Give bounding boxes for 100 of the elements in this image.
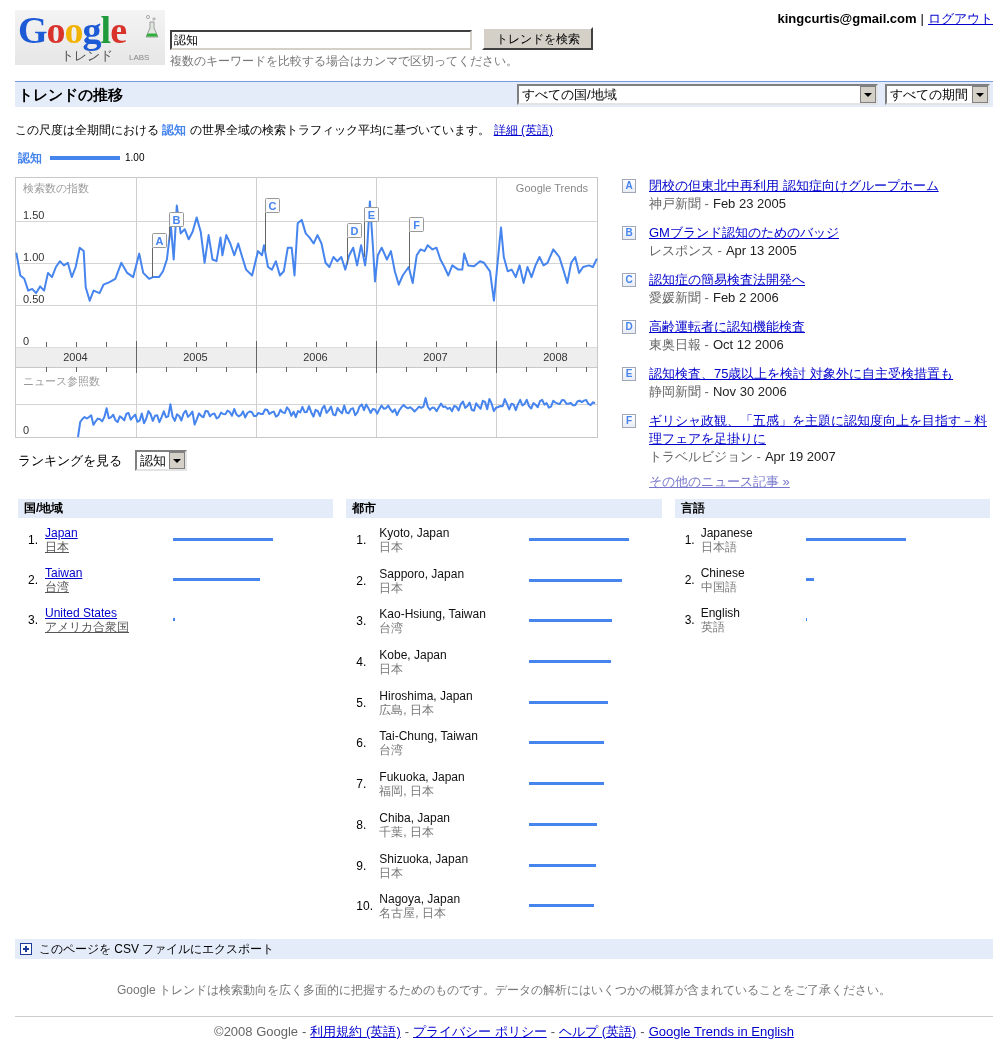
city-local-name: 名古屋, 日本 [379,906,446,921]
country-link[interactable]: United States [45,606,118,620]
rank-number: 2. [28,573,38,587]
news-flag[interactable]: D [347,223,362,265]
rank-number: 1. [356,533,367,547]
news-source: 愛媛新聞 - [649,289,709,307]
export-csv-link[interactable]: このページを CSV ファイルにエクスポート [39,941,275,956]
year-label: 2008 [543,351,568,363]
y-tick-label: 0 [23,335,30,347]
rank-number: 9. [356,858,367,873]
ranking-header: 国/地域 [18,499,334,518]
news-date: Nov 30 2006 [712,383,787,401]
news-flag[interactable]: C [265,198,280,252]
news-marker[interactable]: D [622,320,636,334]
annotation: D [350,224,359,237]
region-select[interactable]: すべての国/地域 [517,84,878,105]
expand-plus-icon[interactable] [20,942,32,955]
footer-link[interactable]: 利用規約 (英語) [310,1023,401,1039]
news-date: Oct 12 2006 [712,336,784,354]
city-name: Hiroshima, Japan [379,688,473,703]
news-flag[interactable]: E [364,207,379,258]
country-local-name[interactable]: アメリカ合衆国 [45,620,129,634]
details-link[interactable]: 詳細 (英語) [493,123,553,137]
news-source: レスポンス - [649,242,722,260]
country-link[interactable]: Taiwan [45,566,83,580]
country-local-name[interactable]: 台湾 [45,580,69,594]
search-hint: 複数のキーワードを比較する場合はカンマで区切ってください。 [170,54,519,68]
year-label: 2004 [63,351,88,363]
rank-number: 2. [684,573,695,587]
rank-number: 7. [356,777,367,792]
scale-description: この尺度は全期間における 認知 の世界全域の検索トラフィック平均に基づいています。 [15,123,490,137]
news-flag[interactable]: A [152,233,167,278]
footer-separator: - [640,1023,645,1039]
annotation: A [155,234,164,247]
country-local-name[interactable]: 日本 [45,540,69,554]
copyright-text: ©2008 Google [214,1023,299,1039]
news-headline[interactable]: 高齢運転者に認知機能検査 [649,318,805,336]
chart-brand-label: Google Trends [515,182,588,194]
news-axis-title: ニュース参照数 [23,375,100,387]
city-name: Sapporo, Japan [379,566,465,581]
footer-link[interactable]: プライバシー ポリシー [413,1023,547,1039]
rank-number: 3. [356,614,367,629]
news-marker[interactable]: B [622,226,636,240]
city-name: Chiba, Japan [379,810,451,825]
city-name: Tai-Chung, Taiwan [379,729,478,744]
annotation: F [413,218,421,231]
city-local-name: 日本 [379,662,404,677]
year-label: 2005 [183,351,208,363]
account-email: kingcurtis@gmail.com [777,11,917,26]
ranking-header: 言語 [674,499,990,518]
search-trends-button[interactable]: トレンドを検索 [482,27,593,50]
footer-separator: - [550,1023,556,1039]
language-name: English [700,606,740,620]
news-flag[interactable]: F [409,217,424,270]
footer-link[interactable]: Google Trends in English [648,1023,794,1039]
news-headline[interactable]: 閉校の但東北中再利用 認知症向けグループホーム [649,177,939,195]
language-local-name: 英語 [700,620,725,634]
news-headline[interactable]: 認知症の簡易検査法開発へ [649,271,805,289]
period-select[interactable]: すべての期間 [885,84,990,105]
news-zero-label: 0 [23,424,30,436]
logout-link[interactable]: ログアウト [928,11,993,26]
account-separator: | [920,11,924,26]
city-name: Nagoya, Japan [379,892,461,907]
news-date: Apr 13 2005 [725,242,797,260]
news-source: 東奥日報 - [649,336,709,354]
news-date: Feb 23 2005 [712,195,786,213]
news-source: トラベルビジョン - [649,448,761,466]
news-headline[interactable]: GMブランド認知のためのバッジ [649,224,839,242]
ranking-header: 都市 [346,499,662,518]
rank-number: 8. [356,817,367,832]
rank-number: 1. [28,533,38,547]
city-local-name: 日本 [379,580,404,595]
news-date: Feb 2 2006 [712,289,779,307]
city-name: Fukuoka, Japan [379,770,465,785]
search-field[interactable]: 認知 [170,30,472,50]
year-label: 2007 [423,351,448,363]
rank-number: 10. [356,899,373,914]
rank-number: 6. [356,736,367,751]
news-marker[interactable]: C [622,273,636,287]
country-link[interactable]: Japan [45,526,78,540]
more-news-link[interactable]: その他のニュース記事 » [649,474,790,490]
news-headline[interactable]: ギリシャ政観、「五感」を主題に認知度向上を目指す－料理フェアを足掛りに [649,412,994,448]
annotation: E [367,208,376,221]
city-local-name: 日本 [379,540,404,554]
annotation: C [268,199,277,212]
city-local-name: 日本 [379,865,404,880]
news-headline[interactable]: 認知検査、75歳以上を検討 対象外に自主受検措置も [649,365,954,383]
city-name: Kobe, Japan [379,648,447,663]
ranking-term-select[interactable]: 認知 [135,450,187,471]
legend-term: 認知 [18,151,42,165]
ranking-label: ランキングを見る [18,452,122,469]
rank-number: 3. [28,613,38,627]
footer-link[interactable]: ヘルプ (英語) [559,1023,637,1039]
rank-number: 4. [356,655,367,670]
city-local-name: 台湾 [379,743,404,758]
city-local-name: 千葉, 日本 [379,824,434,839]
city-local-name: 台湾 [379,621,404,636]
city-local-name: 広島, 日本 [379,702,434,717]
footer-separator: - [302,1023,307,1039]
rank-number: 5. [356,695,367,710]
